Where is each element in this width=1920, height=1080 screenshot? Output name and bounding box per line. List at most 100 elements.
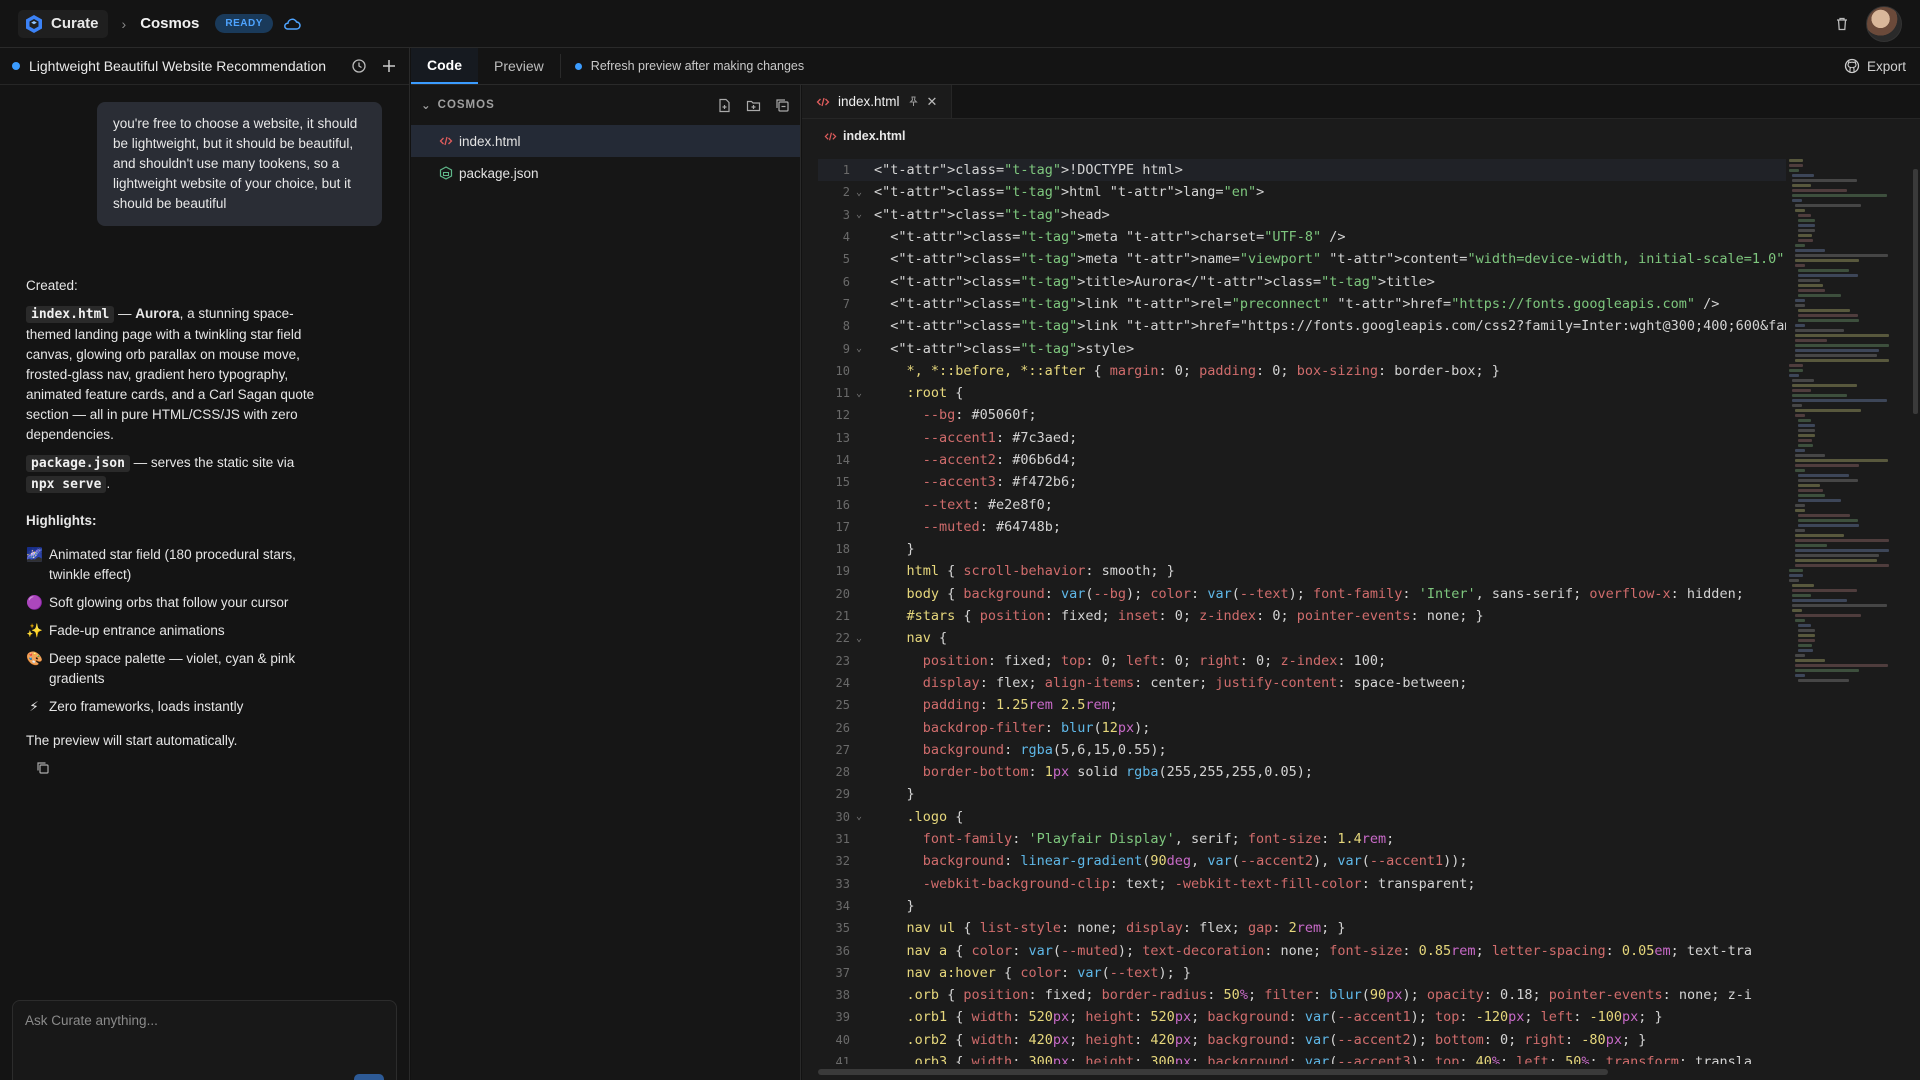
code-line[interactable]: 28 border-bottom: 1px solid rgba(255,255… — [818, 761, 1786, 783]
close-icon[interactable]: ✕ — [927, 94, 938, 110]
tab-preview[interactable]: Preview — [478, 48, 560, 84]
code-line[interactable]: 35 nav ul { list-style: none; display: f… — [818, 917, 1786, 939]
code-line[interactable]: 19 html { scroll-behavior: smooth; } — [818, 560, 1786, 582]
code-line[interactable]: 30 ⌄ .logo { — [818, 806, 1786, 828]
minimap-line — [1792, 604, 1888, 607]
minimap-line — [1795, 244, 1805, 247]
brand-button[interactable]: Curate — [18, 9, 108, 38]
minimap-line — [1789, 579, 1799, 582]
code-line[interactable]: 18 } — [818, 538, 1786, 560]
code-line[interactable]: 4 <"t-attr">class="t-tag">meta "t-attr">… — [818, 226, 1786, 248]
code-line[interactable]: 26 backdrop-filter: blur(12px); — [818, 716, 1786, 738]
tab-code[interactable]: Code — [411, 48, 478, 84]
minimap-line — [1792, 174, 1814, 177]
minimap-line — [1795, 204, 1861, 207]
pin-icon[interactable] — [908, 96, 919, 107]
code-line[interactable]: 16 --text: #e2e8f0; — [818, 493, 1786, 515]
minimap-line — [1792, 399, 1888, 402]
code-text: body { background: var(--bg); color: var… — [906, 585, 1744, 602]
code-line[interactable]: 12 --bg: #05060f; — [818, 404, 1786, 426]
explorer-header[interactable]: ⌄ COSMOS — [411, 85, 800, 125]
file-item-package-json[interactable]: package.json — [411, 157, 800, 189]
collapse-all-icon[interactable] — [775, 98, 790, 113]
code-line[interactable]: 37 nav a:hover { color: var(--text); } — [818, 962, 1786, 984]
code-line[interactable]: 32 background: linear-gradient(90deg, va… — [818, 850, 1786, 872]
fold-chevron-icon[interactable]: ⌄ — [850, 633, 868, 644]
code-line[interactable]: 5 <"t-attr">class="t-tag">meta "t-attr">… — [818, 248, 1786, 270]
minimap-line — [1798, 234, 1813, 237]
code-line[interactable]: 27 background: rgba(5,6,15,0.55); — [818, 739, 1786, 761]
code-line[interactable]: 24 display: flex; align-items: center; j… — [818, 672, 1786, 694]
minimap-line — [1792, 184, 1811, 187]
code-line[interactable]: 8 <"t-attr">class="t-tag">link "t-attr">… — [818, 315, 1786, 337]
minimap-line — [1795, 359, 1889, 362]
minimap-line — [1798, 279, 1820, 282]
created-file-index: index.html — Aurora, a stunning space-th… — [26, 304, 316, 445]
refresh-note: Refresh preview after making changes — [574, 48, 804, 84]
code-line[interactable]: 7 <"t-attr">class="t-tag">link "t-attr">… — [818, 293, 1786, 315]
code-line[interactable]: 34 } — [818, 895, 1786, 917]
code-line[interactable]: 21 #stars { position: fixed; inset: 0; z… — [818, 605, 1786, 627]
file-item-index-html[interactable]: index.html — [411, 125, 800, 157]
code-line[interactable]: 29 } — [818, 783, 1786, 805]
code-line[interactable]: 33 -webkit-background-clip: text; -webki… — [818, 873, 1786, 895]
minimap-line — [1795, 344, 1889, 347]
new-file-icon[interactable] — [717, 98, 732, 113]
code-line[interactable]: 23 position: fixed; top: 0; left: 0; rig… — [818, 650, 1786, 672]
minimap-line — [1798, 494, 1825, 497]
project-name[interactable]: Cosmos — [140, 15, 199, 32]
code-line[interactable]: 31 font-family: 'Playfair Display', seri… — [818, 828, 1786, 850]
code-line[interactable]: 39 .orb1 { width: 520px; height: 520px; … — [818, 1006, 1786, 1028]
code-text: :root { — [906, 385, 964, 402]
code-line[interactable]: 36 nav a { color: var(--muted); text-dec… — [818, 939, 1786, 961]
code-line[interactable]: 15 --accent3: #f472b6; — [818, 471, 1786, 493]
minimap-line — [1795, 539, 1889, 542]
chat-input[interactable] — [25, 1013, 375, 1028]
code-area[interactable]: 1 <"t-attr">class="t-tag">!DOCTYPE html> 2… — [818, 159, 1786, 1064]
code-line[interactable]: 20 body { background: var(--bg); color: … — [818, 583, 1786, 605]
code-text: .orb { position: fixed; border-radius: 5… — [906, 987, 1752, 1004]
line-number: 24 — [835, 675, 850, 690]
code-line[interactable]: 40 .orb2 { width: 420px; height: 420px; … — [818, 1029, 1786, 1051]
code-line[interactable]: 22 ⌄ nav { — [818, 627, 1786, 649]
avatar[interactable] — [1866, 5, 1902, 42]
code-line[interactable]: 9 ⌄ <"t-attr">class="t-tag">style> — [818, 337, 1786, 359]
code-line[interactable]: 41 .orb3 { width: 300px; height: 300px; … — [818, 1051, 1786, 1064]
code-line[interactable]: 38 .orb { position: fixed; border-radius… — [818, 984, 1786, 1006]
cloud-sync-icon[interactable] — [283, 17, 301, 31]
new-chat-icon[interactable] — [381, 58, 397, 74]
minimap-line — [1795, 459, 1888, 462]
vertical-scrollbar[interactable] — [1913, 169, 1918, 414]
new-folder-icon[interactable] — [746, 98, 761, 113]
code-line[interactable]: 14 --accent2: #06b6d4; — [818, 449, 1786, 471]
code-line[interactable]: 10 *, *::before, *::after { margin: 0; p… — [818, 360, 1786, 382]
code-line[interactable]: 2 ⌄ <"t-attr">class="t-tag">html "t-attr">… — [818, 181, 1786, 203]
copy-icon[interactable] — [36, 761, 50, 775]
file-description: , a stunning space-themed landing page w… — [26, 306, 315, 442]
horizontal-scrollbar[interactable] — [818, 1069, 1608, 1075]
code-line[interactable]: 3 ⌄ <"t-attr">class="t-tag">head> — [818, 204, 1786, 226]
code-line[interactable]: 25 padding: 1.25rem 2.5rem; — [818, 694, 1786, 716]
fold-chevron-icon[interactable]: ⌄ — [850, 187, 868, 198]
code-text: --text: #e2e8f0; — [922, 496, 1053, 513]
editor-tab-index-html[interactable]: index.html ✕ — [802, 85, 953, 118]
fold-chevron-icon[interactable]: ⌄ — [850, 343, 868, 354]
fold-chevron-icon[interactable]: ⌄ — [850, 811, 868, 822]
code-line[interactable]: 17 --muted: #64748b; — [818, 516, 1786, 538]
line-number: 11 — [835, 386, 850, 401]
line-number: 3 — [842, 207, 850, 222]
fold-chevron-icon[interactable]: ⌄ — [850, 209, 868, 220]
send-button[interactable] — [354, 1074, 384, 1080]
minimap-line — [1795, 674, 1805, 677]
breadcrumb-file[interactable]: index.html — [843, 129, 906, 143]
export-button[interactable]: Export — [1844, 48, 1920, 84]
line-number: 36 — [835, 943, 850, 958]
trash-icon[interactable] — [1834, 16, 1850, 32]
code-line[interactable]: 13 --accent1: #7c3aed; — [818, 427, 1786, 449]
code-line[interactable]: 11 ⌄ :root { — [818, 382, 1786, 404]
fold-chevron-icon[interactable]: ⌄ — [850, 388, 868, 399]
history-icon[interactable] — [351, 58, 367, 74]
code-line[interactable]: 6 <"t-attr">class="t-tag">title>Aurora</… — [818, 270, 1786, 292]
minimap[interactable] — [1789, 159, 1911, 699]
code-line[interactable]: 1 <"t-attr">class="t-tag">!DOCTYPE html> — [818, 159, 1786, 182]
